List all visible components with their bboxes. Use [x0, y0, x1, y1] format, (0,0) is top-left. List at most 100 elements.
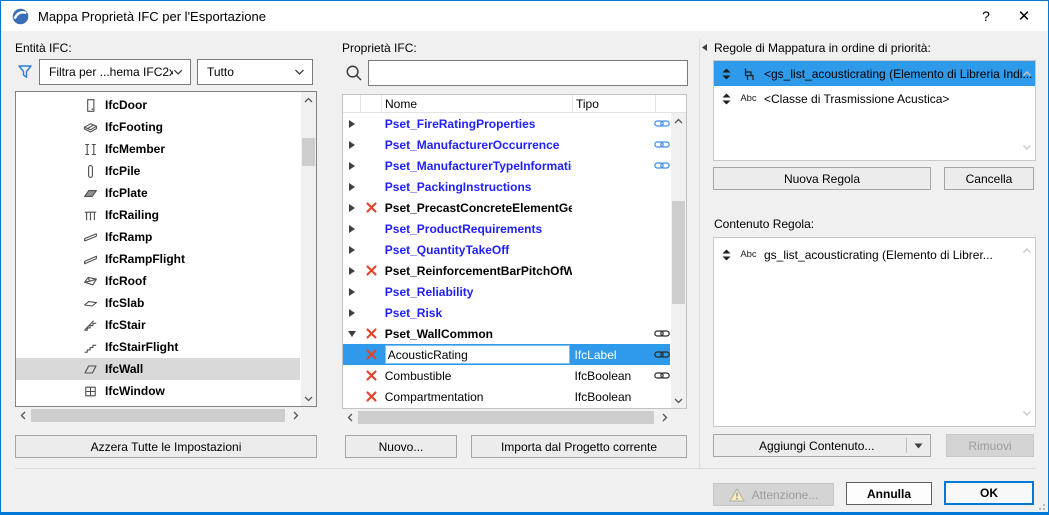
property-name: Pset_Risk	[382, 302, 572, 323]
reorder-icon[interactable]	[721, 68, 731, 80]
schema-filter-combo[interactable]: Filtra per ...hema IFC2x3	[39, 59, 191, 85]
entity-row-IfcRailing[interactable]: IfcRailing	[16, 204, 300, 226]
reorder-icon[interactable]	[721, 249, 731, 261]
rule-content-label: Contenuto Regola:	[714, 217, 814, 231]
scroll-down-icon[interactable]	[671, 393, 686, 408]
property-row-Pset_ProductRequirements[interactable]: Pset_ProductRequirements	[343, 218, 670, 239]
scroll-up-icon[interactable]	[1020, 244, 1033, 257]
expand-arrow-icon[interactable]	[348, 266, 356, 276]
warning-button[interactable]: Attenzione...	[713, 483, 834, 506]
mapping-rule-row-2[interactable]: Abc<Classe di Trasmissione Acustica>	[714, 86, 1035, 111]
entity-list-vscrollbar[interactable]	[301, 92, 316, 406]
property-row-AcousticRating[interactable]: IfcLabel	[343, 344, 670, 365]
entity-label: IfcPile	[105, 164, 140, 178]
expand-arrow-icon[interactable]	[348, 140, 356, 150]
scroll-down-icon[interactable]	[1020, 141, 1033, 154]
expand-arrow-icon[interactable]	[348, 182, 356, 192]
scroll-down-icon[interactable]	[301, 391, 316, 406]
expand-arrow-icon[interactable]	[348, 224, 356, 234]
scroll-up-icon[interactable]	[301, 92, 316, 107]
entity-row-IfcRampFlight[interactable]: IfcRampFlight	[16, 248, 300, 270]
scroll-right-icon[interactable]	[657, 410, 672, 425]
reset-all-settings-button[interactable]: Azzera Tutte le Impostazioni	[15, 435, 317, 458]
filter-funnel-icon[interactable]	[17, 64, 33, 80]
help-button[interactable]: ?	[968, 1, 1004, 31]
scroll-thumb[interactable]	[302, 138, 315, 166]
expand-arrow-icon[interactable]	[348, 161, 356, 171]
resize-grip[interactable]	[1034, 499, 1045, 510]
entity-row-IfcRoof[interactable]: IfcRoof	[16, 270, 300, 292]
header-name[interactable]: Nome	[382, 95, 573, 112]
entity-row-IfcStairFlight[interactable]: IfcStairFlight	[16, 336, 300, 358]
entity-row-IfcPile[interactable]: IfcPile	[16, 160, 300, 182]
entity-type-combo[interactable]: Tutto	[197, 59, 313, 85]
property-row-Pset_WallCommon[interactable]: Pset_WallCommon	[343, 323, 670, 344]
scroll-right-icon[interactable]	[288, 408, 303, 423]
property-row-Pset_PackingInstructions[interactable]: Pset_PackingInstructions	[343, 176, 670, 197]
new-rule-button[interactable]: Nuova Regola	[713, 167, 931, 190]
delete-rule-button[interactable]: Cancella	[944, 167, 1034, 190]
reorder-icon[interactable]	[721, 93, 731, 105]
property-name: Pset_QuantityTakeOff	[382, 239, 572, 260]
expand-arrow-icon[interactable]	[348, 203, 356, 213]
property-row-Pset_FireRatingProperties[interactable]: Pset_FireRatingProperties	[343, 113, 670, 134]
entity-row-IfcFooting[interactable]: IfcFooting	[16, 116, 300, 138]
entity-label: IfcRamp	[105, 230, 152, 244]
property-name: Pset_ManufacturerOccurrence	[382, 134, 572, 155]
scroll-up-icon[interactable]	[1020, 67, 1033, 80]
ok-button[interactable]: OK	[944, 481, 1034, 505]
property-name: Pset_Reliability	[382, 281, 572, 302]
scroll-up-icon[interactable]	[671, 113, 686, 128]
entity-label: IfcFooting	[105, 120, 163, 134]
property-type	[572, 239, 655, 260]
add-content-button[interactable]: Aggiungi Contenuto...	[713, 434, 931, 457]
property-row-Pset_ReinforcementBarPitchOfWall[interactable]: Pset_ReinforcementBarPitchOfWall	[343, 260, 670, 281]
mapping-rule-row-1[interactable]: <gs_list_acousticrating (Elemento di Lib…	[714, 61, 1035, 86]
scroll-thumb[interactable]	[358, 411, 654, 424]
entity-row-IfcDoor[interactable]: IfcDoor	[16, 94, 300, 116]
properties-label: Proprietà IFC:	[342, 41, 417, 55]
ramp-flight-icon	[83, 252, 98, 267]
property-row-Pset_QuantityTakeOff[interactable]: Pset_QuantityTakeOff	[343, 239, 670, 260]
property-row-Pset_Risk[interactable]: Pset_Risk	[343, 302, 670, 323]
entity-row-IfcStair[interactable]: IfcStair	[16, 314, 300, 336]
property-row-Pset_PrecastConcreteElementGen...[interactable]: Pset_PrecastConcreteElementGen...	[343, 197, 670, 218]
entity-label: IfcStairFlight	[105, 340, 178, 354]
property-row-Pset_Reliability[interactable]: Pset_Reliability	[343, 281, 670, 302]
excluded-x-icon	[366, 202, 377, 213]
collapse-arrow-icon[interactable]	[347, 330, 357, 338]
expand-arrow-icon[interactable]	[348, 287, 356, 297]
property-table-hscrollbar[interactable]	[342, 410, 672, 425]
entity-row-IfcPlate[interactable]: IfcPlate	[16, 182, 300, 204]
property-row-Pset_ManufacturerTypeInformation[interactable]: Pset_ManufacturerTypeInformation	[343, 155, 670, 176]
entity-row-IfcSlab[interactable]: IfcSlab	[16, 292, 300, 314]
scroll-down-icon[interactable]	[1020, 407, 1033, 420]
scroll-thumb[interactable]	[672, 201, 685, 304]
rule-content-row-1[interactable]: Abcgs_list_acousticrating (Elemento di L…	[714, 242, 1035, 267]
scroll-left-icon[interactable]	[15, 408, 30, 423]
collapse-panel-icon[interactable]	[701, 43, 708, 52]
entity-row-IfcMember[interactable]: IfcMember	[16, 138, 300, 160]
property-name-input[interactable]	[386, 348, 569, 362]
header-type[interactable]: Tipo	[573, 95, 656, 112]
cancel-button[interactable]: Annulla	[846, 482, 932, 505]
dropdown-arrow-icon[interactable]	[907, 435, 930, 456]
expand-arrow-icon[interactable]	[348, 308, 356, 318]
entity-row-IfcWindow[interactable]: IfcWindow	[16, 380, 300, 402]
import-from-project-button[interactable]: Importa dal Progetto corrente	[471, 435, 687, 458]
scroll-left-icon[interactable]	[342, 410, 357, 425]
property-table-vscrollbar[interactable]	[671, 113, 686, 408]
expand-arrow-icon[interactable]	[348, 245, 356, 255]
property-row-Combustible[interactable]: CombustibleIfcBoolean	[343, 365, 670, 386]
property-row-Pset_ManufacturerOccurrence[interactable]: Pset_ManufacturerOccurrence	[343, 134, 670, 155]
close-button[interactable]: ✕	[1006, 1, 1042, 31]
entity-row-IfcWall[interactable]: IfcWall	[16, 358, 300, 380]
property-row-Compartmentation[interactable]: CompartmentationIfcBoolean	[343, 386, 670, 407]
new-property-button[interactable]: Nuovo...	[345, 435, 457, 458]
entity-list-hscrollbar[interactable]	[15, 408, 303, 423]
remove-content-button[interactable]: Rimuovi	[946, 434, 1034, 457]
scroll-thumb[interactable]	[31, 409, 285, 422]
expand-arrow-icon[interactable]	[348, 119, 356, 129]
property-search-input[interactable]	[369, 61, 687, 85]
entity-row-IfcRamp[interactable]: IfcRamp	[16, 226, 300, 248]
